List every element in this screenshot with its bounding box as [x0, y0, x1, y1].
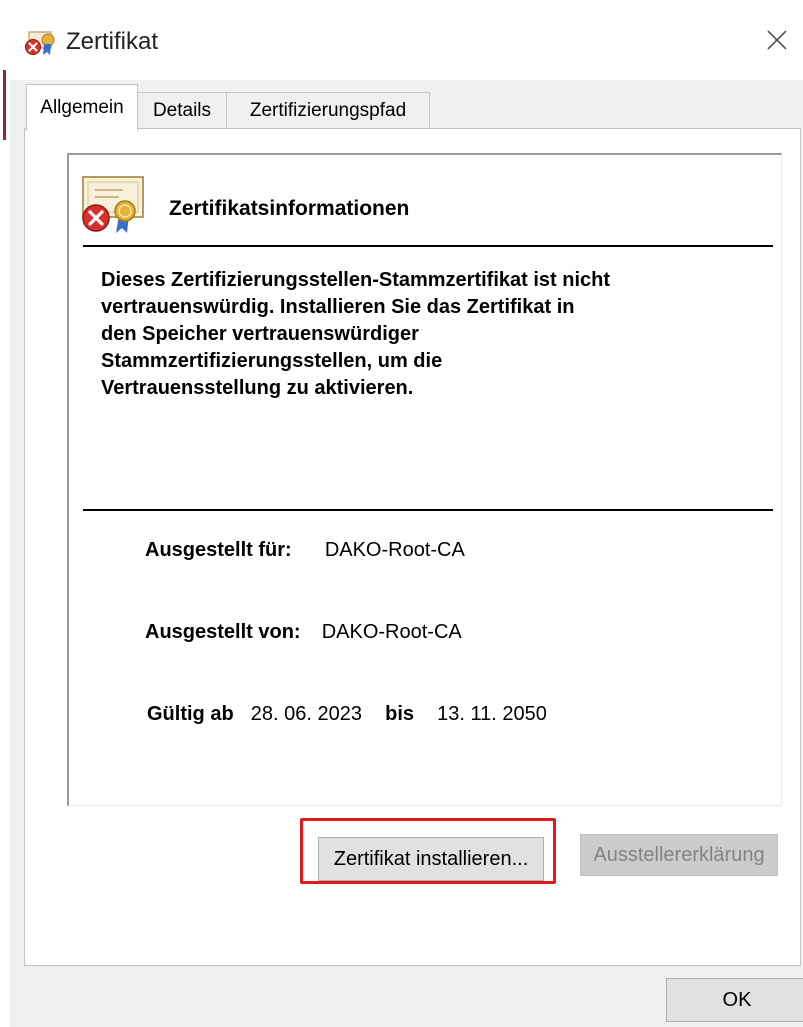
- certificate-error-icon: [25, 31, 55, 55]
- certificate-error-icon: [82, 176, 144, 233]
- certificate-dialog: Zertifikat Allgemein Details Zertifizier…: [10, 0, 803, 1027]
- valid-to-label: bis: [385, 703, 415, 725]
- issued-by-row: Ausgestellt von: DAKO-Root-CA: [145, 621, 462, 644]
- install-certificate-button[interactable]: Zertifikat installieren...: [318, 837, 544, 881]
- valid-from-value: 28. 06. 2023: [250, 703, 363, 725]
- warning-line: den Speicher vertrauenswürdiger: [101, 323, 419, 345]
- close-icon: [767, 30, 787, 50]
- certificate-info-box: Zertifikatsinformationen Dieses Zertifiz…: [67, 153, 782, 806]
- issued-by-value: DAKO-Root-CA: [321, 621, 462, 643]
- info-title: Zertifikatsinformationen: [169, 197, 410, 220]
- valid-to-value: 13. 11. 2050: [437, 703, 547, 725]
- issued-to-label: Ausgestellt für:: [145, 539, 292, 561]
- divider-top: [83, 245, 773, 247]
- issuer-statement-button[interactable]: Ausstellererklärung: [580, 834, 778, 876]
- warning-line: vertrauenswürdig. Installieren Sie das Z…: [101, 296, 575, 318]
- warning-line: Dieses Zertifizierungsstellen-Stammzerti…: [101, 269, 611, 291]
- tab-allgemein[interactable]: Allgemein: [26, 84, 138, 131]
- validity-row: Gültig ab 28. 06. 2023 bis 13. 11. 2050: [147, 703, 547, 726]
- issued-to-value: DAKO-Root-CA: [324, 539, 465, 561]
- ok-button[interactable]: OK: [666, 978, 803, 1022]
- divider-bottom: [83, 509, 773, 511]
- tab-zertifizierungspfad[interactable]: Zertifizierungspfad: [226, 92, 430, 129]
- warning-line: Vertrauensstellung zu aktivieren.: [101, 377, 414, 399]
- warning-line: Stammzertifizierungsstellen, um die: [101, 350, 443, 372]
- valid-from-label: Gültig ab: [147, 703, 234, 725]
- close-button[interactable]: [751, 14, 803, 66]
- issued-to-row: Ausgestellt für: DAKO-Root-CA: [145, 539, 465, 562]
- trust-warning-text: Dieses Zertifizierungsstellen-Stammzerti…: [101, 267, 751, 402]
- tab-details[interactable]: Details: [136, 92, 228, 129]
- issued-by-label: Ausgestellt von:: [145, 621, 301, 643]
- background-accent: [3, 70, 6, 140]
- window-title: Zertifikat: [66, 28, 159, 55]
- title-bar: Zertifikat: [10, 0, 803, 80]
